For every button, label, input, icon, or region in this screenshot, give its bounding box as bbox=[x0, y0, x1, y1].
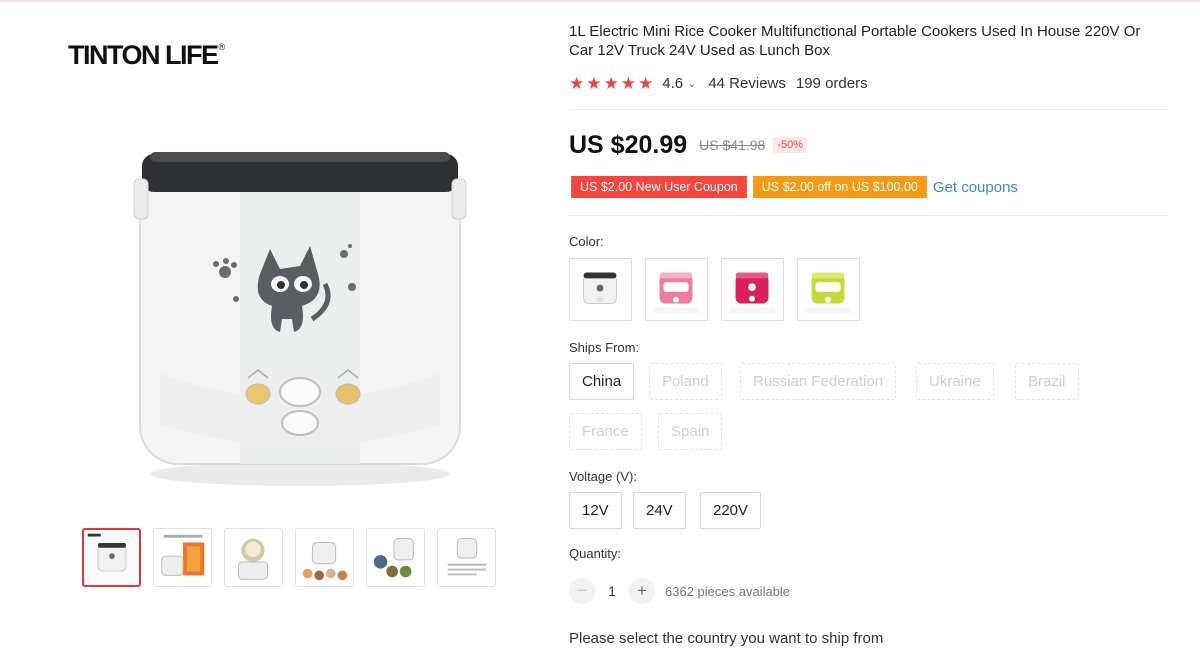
ship-country-notice: Please select the country you want to sh… bbox=[569, 630, 884, 647]
color-option-white[interactable] bbox=[569, 258, 632, 321]
ship-option-spain[interactable]: Spain bbox=[658, 413, 723, 450]
store-coupon[interactable]: US $2.00 off on US $100.00 bbox=[750, 176, 930, 198]
ship-option-poland[interactable]: Poland bbox=[649, 363, 722, 400]
thumbnail-3[interactable] bbox=[224, 528, 283, 587]
orders-count: 199 orders bbox=[795, 74, 868, 92]
divider bbox=[569, 215, 1168, 216]
brand-logo: TINTON LIFE® bbox=[68, 40, 225, 71]
product-info-panel: 1L Electric Mini Rice Cooker Multifuncti… bbox=[569, 0, 1169, 661]
star-rating: ★ ★ ★ ★ ★ bbox=[569, 75, 653, 92]
ship-option-ukraine[interactable]: Ukraine bbox=[916, 363, 994, 400]
new-user-coupon[interactable]: US $2.00 New User Coupon bbox=[569, 176, 749, 198]
voltage-option-12v[interactable]: 12V bbox=[569, 492, 622, 529]
product-gallery: TINTON LIFE® bbox=[60, 24, 530, 604]
thumbnail-strip bbox=[82, 528, 496, 587]
rating-row: ★ ★ ★ ★ ★ 4.6 ⌄ 44 Reviews 199 orders bbox=[569, 73, 868, 93]
quantity-decrease-button[interactable]: − bbox=[569, 578, 595, 604]
color-options bbox=[569, 258, 860, 321]
color-option-lime-green[interactable] bbox=[797, 258, 860, 321]
thumbnail-4[interactable] bbox=[295, 528, 354, 587]
registered-mark: ® bbox=[218, 42, 226, 52]
price-row: US $20.99 US $41.98 -50% bbox=[569, 128, 807, 162]
rice-cooker-image bbox=[133, 152, 467, 486]
ships-from-label: Ships From: bbox=[569, 340, 640, 355]
rating-value[interactable]: 4.6 bbox=[662, 75, 683, 92]
discount-badge: -50% bbox=[773, 137, 807, 153]
coupon-row: US $2.00 New User Coupon US $2.00 off on… bbox=[569, 176, 1018, 198]
brand-logo-text: TINTON LIFE bbox=[68, 40, 219, 70]
thumbnail-5[interactable] bbox=[366, 528, 425, 587]
thumbnail-6[interactable] bbox=[437, 528, 496, 587]
voltage-label: Voltage (V): bbox=[569, 469, 637, 484]
voltage-option-220v[interactable]: 220V bbox=[700, 492, 762, 529]
star-icon: ★ bbox=[603, 73, 619, 93]
get-coupons-link[interactable]: Get coupons bbox=[933, 179, 1018, 196]
color-label: Color: bbox=[569, 234, 604, 249]
quantity-label: Quantity: bbox=[569, 546, 622, 561]
original-price: US $41.98 bbox=[699, 137, 766, 153]
reviews-link[interactable]: 44 Reviews bbox=[708, 75, 786, 92]
current-price: US $20.99 bbox=[569, 130, 688, 159]
thumbnail-2[interactable] bbox=[153, 528, 212, 587]
stock-available: 6362 pieces available bbox=[665, 583, 791, 599]
star-icon: ★ bbox=[620, 73, 636, 93]
thumbnail-1[interactable] bbox=[82, 528, 141, 587]
product-title: 1L Electric Mini Rice Cooker Multifuncti… bbox=[569, 23, 1141, 59]
ship-option-china[interactable]: China bbox=[569, 363, 635, 400]
main-product-image[interactable] bbox=[120, 124, 480, 504]
color-option-pink[interactable] bbox=[645, 258, 708, 321]
star-icon: ★ bbox=[569, 73, 585, 93]
star-icon: ★ bbox=[638, 73, 654, 93]
quantity-increase-button[interactable]: + bbox=[629, 578, 655, 604]
divider bbox=[569, 109, 1168, 110]
ship-option-russian-federation[interactable]: Russian Federation bbox=[740, 363, 897, 400]
star-icon: ★ bbox=[586, 73, 602, 93]
voltage-option-24v[interactable]: 24V bbox=[633, 492, 686, 529]
ship-option-brazil[interactable]: Brazil bbox=[1015, 363, 1079, 400]
ship-option-france[interactable]: France bbox=[569, 413, 642, 450]
color-option-rose-red[interactable] bbox=[721, 258, 784, 321]
chevron-down-icon[interactable]: ⌄ bbox=[687, 77, 696, 90]
quantity-stepper: − 1 + 6362 pieces available bbox=[569, 578, 790, 604]
quantity-input[interactable]: 1 bbox=[595, 583, 629, 599]
